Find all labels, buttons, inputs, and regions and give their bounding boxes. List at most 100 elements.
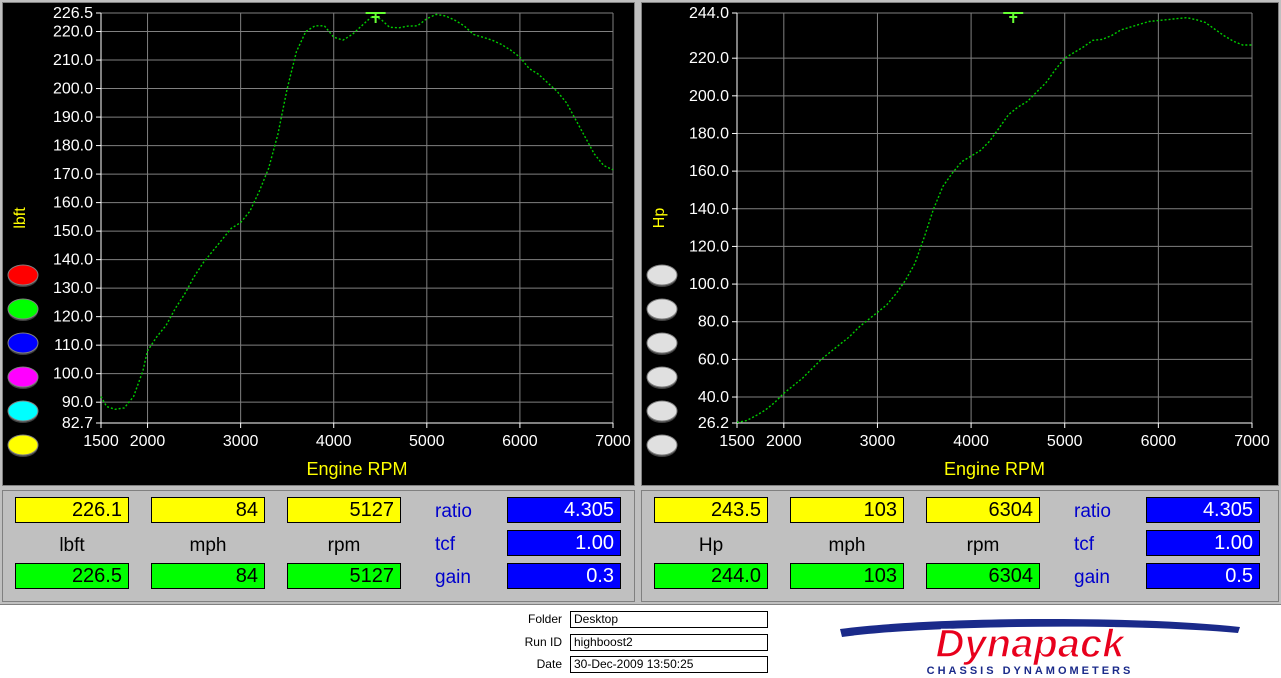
- y-tick-label: 210.0: [53, 52, 93, 69]
- rpm-peak-value: 5127: [287, 563, 401, 589]
- run-select-button[interactable]: [646, 264, 678, 286]
- x-axis-label: Engine RPM: [306, 459, 407, 479]
- x-axis-label: Engine RPM: [944, 459, 1045, 479]
- y-tick-label: 140.0: [53, 252, 93, 269]
- mph-peak-value: 103: [790, 563, 904, 589]
- y-tick-label: 82.7: [62, 415, 93, 432]
- run-select-button[interactable]: [646, 434, 678, 456]
- run-select-button[interactable]: [7, 400, 39, 422]
- y-tick-label: 200.0: [53, 81, 93, 98]
- ratio-label: ratio: [1074, 501, 1111, 522]
- power-unit-label: Hp: [698, 535, 724, 556]
- run-select-button[interactable]: [646, 366, 678, 388]
- run-select-button[interactable]: [7, 332, 39, 354]
- x-tick-label: 2000: [130, 433, 166, 450]
- y-tick-label: 150.0: [53, 223, 93, 240]
- y-tick-label: 200.0: [689, 88, 729, 105]
- y-tick-label: 110.0: [54, 337, 93, 354]
- series-line: [100, 13, 614, 411]
- x-tick-label: 3000: [860, 433, 896, 450]
- gain-label: gain: [435, 567, 471, 588]
- tcf-label: tcf: [435, 534, 456, 555]
- x-tick-label: 3000: [223, 433, 259, 450]
- folder-label: Folder: [527, 612, 562, 626]
- x-tick-label: 6000: [502, 433, 538, 450]
- y-tick-label: 190.0: [53, 109, 93, 126]
- y-tick-label: 140.0: [689, 201, 729, 218]
- torque-chart-panel: 1500 2000 3000 4000 5000 6000 7000 82.7 90.0 100.…: [2, 2, 635, 486]
- mph-unit-label: mph: [828, 535, 866, 556]
- run-select-button[interactable]: [7, 298, 39, 320]
- x-tick-label: 4000: [316, 433, 352, 450]
- power-readout: 243.5 103 6304 Hp mph rpm 244.0 103 6304…: [641, 490, 1279, 602]
- power-chart-panel: 1500 2000 3000 4000 5000 6000 7000 26.2 40.0 60.0…: [641, 2, 1279, 486]
- x-tick-label: 7000: [595, 433, 631, 450]
- y-axis-label: lbft: [12, 207, 29, 229]
- run-select-button[interactable]: [646, 298, 678, 320]
- run-id-field[interactable]: highboost2: [570, 634, 768, 651]
- x-tick-label: 1500: [719, 433, 755, 450]
- run-select-button[interactable]: [7, 366, 39, 388]
- y-axis-label: Hp: [651, 208, 668, 229]
- run-select-button[interactable]: [646, 400, 678, 422]
- y-tick-label: 90.0: [62, 394, 93, 411]
- gain-label: gain: [1074, 567, 1110, 588]
- torque-chart: 1500 2000 3000 4000 5000 6000 7000 82.7 90.0 100.…: [7, 5, 631, 479]
- date-label: Date: [536, 657, 562, 671]
- x-tick-label: 2000: [766, 433, 802, 450]
- ratio-value[interactable]: 4.305: [1146, 497, 1260, 523]
- torque-current-value: 226.1: [15, 497, 129, 523]
- rpm-peak-value: 6304: [926, 563, 1040, 589]
- rpm-current-value: 6304: [926, 497, 1040, 523]
- x-tick-label: 5000: [409, 433, 445, 450]
- run-info-footer: Folder Desktop Run ID highboost2 Date 30…: [0, 604, 1281, 678]
- y-tick-label: 160.0: [53, 195, 93, 212]
- y-tick-label: 244.0: [689, 5, 729, 22]
- y-tick-label: 26.2: [698, 415, 729, 432]
- gain-value[interactable]: 0.3: [507, 563, 621, 589]
- power-peak-marker-icon: [1003, 12, 1024, 23]
- x-tick-label: 6000: [1141, 433, 1177, 450]
- y-tick-label: 60.0: [698, 351, 729, 368]
- tcf-value[interactable]: 1.00: [1146, 530, 1260, 556]
- run-id-label: Run ID: [524, 635, 562, 649]
- power-current-value: 243.5: [654, 497, 768, 523]
- mph-current-value: 84: [151, 497, 265, 523]
- y-tick-label: 130.0: [53, 280, 93, 297]
- mph-unit-label: mph: [189, 535, 227, 556]
- date-field[interactable]: 30-Dec-2009 13:50:25: [570, 656, 768, 673]
- y-tick-label: 80.0: [698, 314, 729, 331]
- y-tick-label: 120.0: [53, 309, 93, 326]
- y-tick-label: 220.0: [53, 24, 93, 41]
- y-tick-label: 160.0: [689, 163, 729, 180]
- tcf-value[interactable]: 1.00: [507, 530, 621, 556]
- ratio-value[interactable]: 4.305: [507, 497, 621, 523]
- y-tick-label: 220.0: [689, 50, 729, 67]
- y-tick-label: 40.0: [698, 389, 729, 406]
- rpm-current-value: 5127: [287, 497, 401, 523]
- x-tick-label: 1500: [83, 433, 119, 450]
- torque-unit-label: lbft: [59, 535, 85, 556]
- power-peak-value: 244.0: [654, 563, 768, 589]
- folder-field[interactable]: Desktop: [570, 611, 768, 628]
- logo-brand-text: Dynapack: [936, 622, 1127, 666]
- torque-readout: 226.1 84 5127 lbft mph rpm 226.5 84 5127…: [2, 490, 635, 602]
- y-tick-label: 180.0: [53, 138, 93, 155]
- run-select-button[interactable]: [7, 434, 39, 456]
- mph-current-value: 103: [790, 497, 904, 523]
- y-tick-label: 100.0: [53, 366, 93, 383]
- run-select-button[interactable]: [7, 264, 39, 286]
- dynapack-logo: Dynapack CHASSIS DYNAMOMETERS: [840, 618, 1240, 677]
- gain-value[interactable]: 0.5: [1146, 563, 1260, 589]
- tcf-label: tcf: [1074, 534, 1095, 555]
- y-tick-label: 120.0: [689, 238, 729, 255]
- run-select-button[interactable]: [646, 332, 678, 354]
- logo-tagline-text: CHASSIS DYNAMOMETERS: [927, 665, 1134, 677]
- y-tick-label: 100.0: [689, 276, 729, 293]
- x-tick-label: 4000: [953, 433, 989, 450]
- mph-peak-value: 84: [151, 563, 265, 589]
- y-tick-label: 180.0: [689, 125, 729, 142]
- x-tick-label: 5000: [1047, 433, 1083, 450]
- y-tick-label: 170.0: [53, 166, 93, 183]
- ratio-label: ratio: [435, 501, 472, 522]
